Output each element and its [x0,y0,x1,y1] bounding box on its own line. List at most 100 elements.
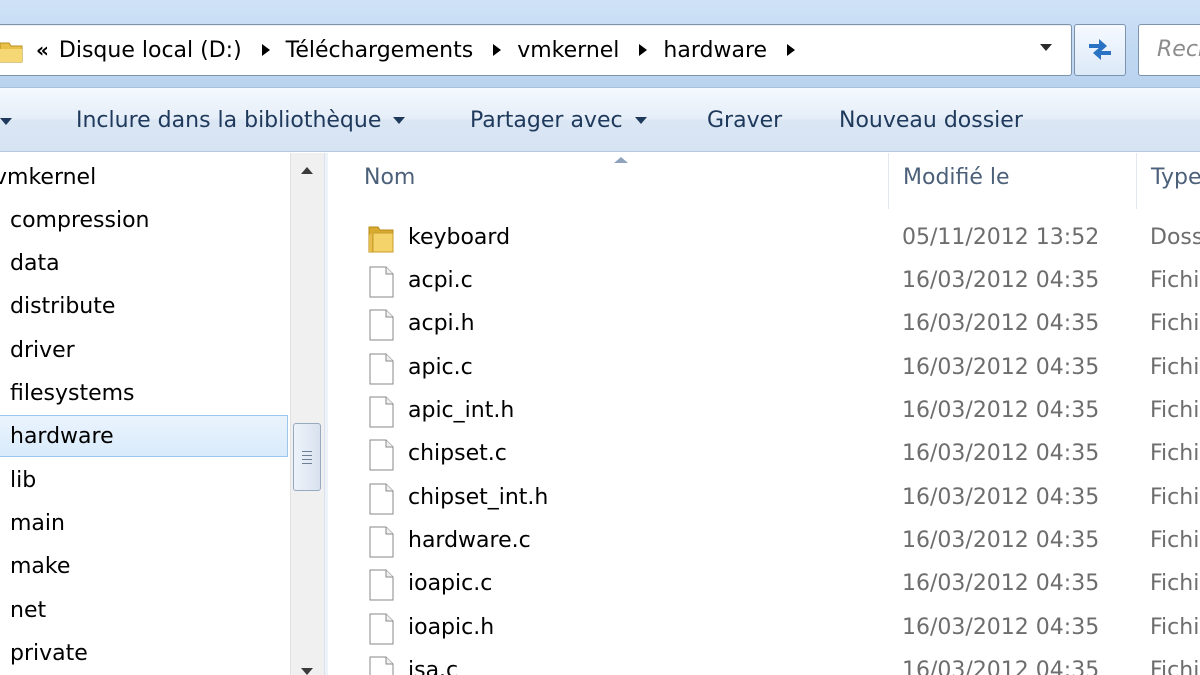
nav-item-private[interactable]: private [0,633,288,673]
file-row[interactable]: ioapic.h 16/03/2012 04:35 Fichi [328,607,1200,650]
file-icon [369,396,394,428]
file-date: 16/03/2012 04:35 [902,528,1100,553]
file-icon [369,569,394,601]
share-with-button[interactable]: Partager avec [470,104,647,136]
file-row[interactable]: chipset_int.h 16/03/2012 04:35 Fichi [328,477,1200,520]
breadcrumb-item-downloads[interactable]: Téléchargements [286,38,474,63]
file-name: chipset_int.h [408,485,549,510]
file-row[interactable]: ioapic.c 16/03/2012 04:35 Fichi [328,563,1200,606]
chevron-down-icon[interactable] [1040,44,1052,51]
file-date: 16/03/2012 04:35 [902,485,1100,510]
search-placeholder: Rech [1157,37,1200,62]
grip-line [302,463,312,464]
folder-icon [0,42,23,63]
file-row[interactable]: acpi.h 16/03/2012 04:35 Fichi [328,303,1200,346]
navigation-pane: vmkernel compression data distribute dri… [0,153,290,675]
file-type: Fichi [1150,355,1200,380]
nav-item-main[interactable]: main [0,503,288,543]
new-folder-button[interactable]: Nouveau dossier [839,104,1023,136]
file-type: Fichi [1150,571,1200,596]
file-name: ioapic.c [408,571,493,596]
file-type: Fichi [1150,658,1200,675]
file-type: Fichi [1150,528,1200,553]
nav-item-net[interactable]: net [0,590,288,630]
command-bar: Inclure dans la bibliothèque Partager av… [0,88,1200,152]
nav-item-distribute[interactable]: distribute [0,286,288,326]
column-divider[interactable] [888,153,889,209]
file-icon [369,483,394,515]
nav-item-hardware[interactable]: hardware [0,415,288,457]
address-bar-area: « Disque local (D:) Téléchargements vmke… [0,0,1200,88]
file-date: 16/03/2012 04:35 [902,355,1100,380]
breadcrumb-item-drive[interactable]: Disque local (D:) [59,38,242,63]
file-icon [369,526,394,558]
file-icon [369,613,394,645]
navigation-scrollbar[interactable] [290,153,324,675]
file-row[interactable]: isa.c 16/03/2012 04:35 Fichi [328,650,1200,675]
file-type: Fichi [1150,615,1200,640]
search-input[interactable]: Rech [1138,24,1200,76]
file-type: Fichi [1150,485,1200,510]
grip-line [302,455,312,456]
column-header-modified[interactable]: Modifié le [903,165,1010,190]
folder-icon [368,226,394,253]
breadcrumb: « Disque local (D:) Téléchargements vmke… [36,34,811,66]
chevron-down-icon[interactable] [0,118,12,125]
file-name: ioapic.h [408,615,495,640]
column-header-type[interactable]: Type [1151,165,1200,190]
nav-item-filesystems[interactable]: filesystems [0,373,288,413]
file-name: hardware.c [408,528,531,553]
chevron-right-icon[interactable] [787,44,796,56]
file-date: 16/03/2012 04:35 [902,311,1100,336]
scroll-down-icon[interactable] [301,668,313,675]
column-header-name[interactable]: Nom [364,165,415,190]
chevron-right-icon[interactable] [493,44,502,56]
file-type: Doss [1150,225,1200,250]
file-row[interactable]: acpi.c 16/03/2012 04:35 Fichi [328,260,1200,303]
share-with-label: Partager avec [470,107,623,133]
grip-line [302,459,312,460]
file-name: keyboard [408,225,511,250]
include-in-library-label: Inclure dans la bibliothèque [76,107,382,133]
file-row[interactable]: chipset.c 16/03/2012 04:35 Fichi [328,433,1200,476]
include-in-library-button[interactable]: Inclure dans la bibliothèque [76,104,406,136]
nav-item-compression[interactable]: compression [0,200,288,240]
sort-ascending-icon [614,157,628,163]
new-folder-label: Nouveau dossier [839,107,1023,133]
nav-item-lib[interactable]: lib [0,460,288,500]
chevron-right-icon[interactable] [261,44,270,56]
burn-label: Graver [707,107,783,133]
file-row[interactable]: apic_int.h 16/03/2012 04:35 Fichi [328,390,1200,433]
file-name: acpi.h [408,311,475,336]
file-type: Fichi [1150,311,1200,336]
refresh-button[interactable] [1074,24,1126,76]
file-name: acpi.c [408,268,473,293]
breadcrumb-item-hardware[interactable]: hardware [663,38,767,63]
chevron-right-icon[interactable] [639,44,648,56]
chevron-down-icon [393,116,406,124]
file-row[interactable]: apic.c 16/03/2012 04:35 Fichi [328,347,1200,390]
file-row[interactable]: hardware.c 16/03/2012 04:35 Fichi [328,520,1200,563]
column-divider[interactable] [1136,153,1137,209]
scrollbar-thumb[interactable] [293,423,321,491]
breadcrumb-overflow-button[interactable]: « [36,38,49,62]
file-date: 16/03/2012 04:35 [902,398,1100,423]
nav-item-make[interactable]: make [0,546,288,586]
nav-item-data[interactable]: data [0,243,288,283]
nav-item-driver[interactable]: driver [0,330,288,370]
column-header-row: Nom Modifié le Type [328,153,1200,209]
file-type: Fichi [1150,441,1200,466]
file-date: 16/03/2012 04:35 [902,268,1100,293]
file-name: chipset.c [408,441,507,466]
file-type: Fichi [1150,398,1200,423]
grip-line [302,451,312,452]
burn-button[interactable]: Graver [707,104,782,136]
file-date: 16/03/2012 04:35 [902,658,1100,675]
file-row[interactable]: keyboard 05/11/2012 13:52 Doss [328,217,1200,260]
file-list: Nom Modifié le Type keyboard 05/11/2012 … [328,153,1200,675]
file-icon [369,439,394,471]
file-icon [369,266,394,298]
breadcrumb-item-vmkernel[interactable]: vmkernel [517,38,619,63]
scroll-up-icon[interactable] [301,167,313,174]
nav-item-vmkernel[interactable]: vmkernel [0,157,288,197]
